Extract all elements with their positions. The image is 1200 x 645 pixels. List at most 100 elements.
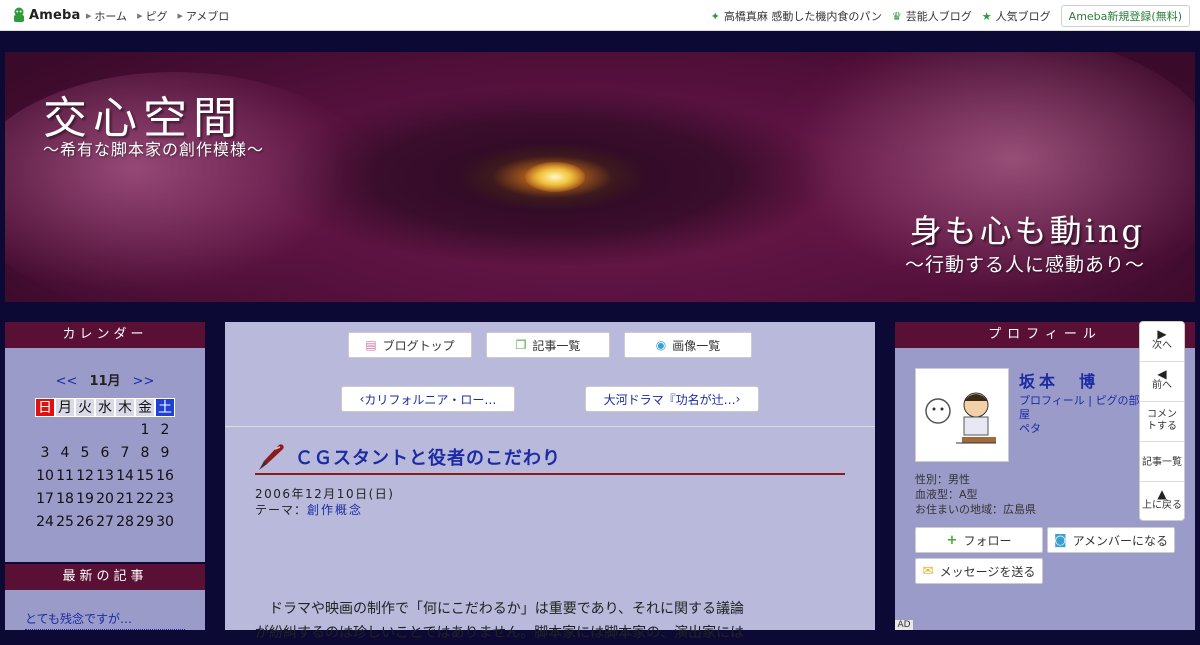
tab-blog-top[interactable]: ▤ ブログトップ	[348, 332, 472, 358]
peta-link[interactable]: ペタ	[1019, 422, 1041, 435]
float-comment-button[interactable]: コメントする	[1140, 409, 1184, 433]
calendar-weekday: 日	[35, 398, 55, 417]
top-nav: ▶ ホーム ▶ ピグ ▶ アメブロ	[86, 8, 229, 24]
amember-icon: ◙	[1053, 532, 1067, 548]
prev-article-link[interactable]: ‹ カリフォルニア・ロー…	[341, 386, 515, 412]
next-article-link[interactable]: 大河ドラマ『功名が辻… ›	[585, 386, 759, 412]
celebrity-blog-link[interactable]: ♛ 芸能人ブログ	[892, 8, 972, 24]
tab-image-list[interactable]: ◉ 画像一覧	[624, 332, 752, 358]
divider	[1140, 361, 1184, 362]
top-news-link[interactable]: ✦ 高橋真麻 感動した機内食のパン	[711, 8, 882, 24]
blog-slogan-sub: 〜行動する人に感動あり〜	[904, 254, 1145, 276]
top-nav-home[interactable]: ▶ ホーム	[86, 8, 127, 24]
calendar-day: 11	[56, 468, 74, 484]
calendar-day: 8	[140, 445, 150, 461]
tab-article-list[interactable]: ❐ 記事一覧	[486, 332, 610, 358]
chevron-right-icon: ▶	[137, 12, 143, 20]
document-icon: ▤	[365, 338, 377, 352]
popular-blog-link[interactable]: ★ 人気ブログ	[982, 8, 1051, 24]
profile-links: プロフィール | ピグの部屋 ペタ	[1019, 394, 1140, 435]
blog-subtitle: 〜希有な脚本家の創作模様〜	[43, 140, 265, 159]
calendar-heading: カレンダー	[5, 322, 205, 348]
profile-gender: 性別：男性	[915, 473, 970, 486]
calendar-day: 22	[136, 491, 154, 507]
recent-article-link[interactable]: とても残念ですが…	[25, 610, 185, 630]
profile-link[interactable]: プロフィール	[1019, 394, 1085, 407]
calendar-day: 23	[156, 491, 174, 507]
avatar[interactable]	[915, 368, 1009, 462]
blog-tab-bar: ▤ ブログトップ ❐ 記事一覧 ◉ 画像一覧 ‹ カリフォルニア・ロー… 大河ドラ…	[225, 322, 875, 427]
calendar-day: 1	[140, 422, 150, 438]
play-right-icon: ▶	[1157, 327, 1167, 341]
register-button[interactable]: Ameba新規登録(無料)	[1060, 5, 1190, 27]
calendar-blank	[115, 421, 135, 440]
crown-icon: ♛	[891, 9, 902, 23]
profile-area: お住まいの地域：広島県	[915, 503, 1036, 516]
float-article-list-button[interactable]: 記事一覧	[1140, 457, 1184, 469]
quill-pen-icon	[259, 444, 284, 470]
profile-info: 性別：男性 血液型：A型 お住まいの地域：広島県	[915, 472, 1036, 517]
follow-button[interactable]: + フォロー	[915, 527, 1043, 553]
calendar-day: 17	[36, 491, 54, 507]
article: ＣＧスタントと役者のこだわり 2006年12月10日(日) テーマ：創作概念 ド…	[225, 427, 875, 641]
chevron-right-icon: ▶	[86, 12, 92, 20]
calendar-weekday: 火	[75, 398, 95, 417]
calendar-blank	[95, 421, 115, 440]
camera-icon: ◉	[655, 338, 667, 352]
article-title[interactable]: ＣＧスタントと役者のこだわり	[295, 444, 561, 470]
calendar-box: カレンダー << 11月 >> 日月火水木金土 1 2 3 4 5 6 7 8 9 10 11 12 13 14…	[5, 322, 205, 562]
top-nav-pig[interactable]: ▶ ピグ	[137, 8, 167, 24]
recent-articles-heading: 最新の記事	[5, 564, 205, 590]
calendar-day: 16	[156, 468, 174, 484]
ameba-top-bar: Ameba ▶ ホーム ▶ ピグ ▶ アメブロ ✦ 高橋真麻 感動した機内食のパン ♛ 芸…	[0, 0, 1200, 31]
blog-header-banner[interactable]: 交心空間 〜希有な脚本家の創作模様〜 身も心も動ing 〜行動する人に感動あり〜	[5, 52, 1195, 302]
sparkle-icon: ✦	[710, 9, 720, 23]
calendar-day: 15	[136, 468, 154, 484]
calendar-day: 30	[156, 514, 174, 530]
send-message-button[interactable]: ✉ メッセージを送る	[915, 558, 1043, 584]
profile-name[interactable]: 坂本 博	[1019, 368, 1099, 392]
calendar-weekday: 水	[95, 398, 115, 417]
envelope-icon: ✉	[922, 563, 934, 579]
calendar-day: 26	[76, 514, 94, 530]
calendar-blank	[35, 421, 55, 440]
plus-icon: +	[946, 532, 958, 548]
calendar-day: 19	[76, 491, 94, 507]
top-nav-ameblo[interactable]: ▶ アメブロ	[177, 8, 229, 24]
calendar-prev-link[interactable]: <<	[56, 374, 78, 389]
article-theme-link[interactable]: 創作概念	[307, 503, 363, 517]
copy-icon: ❐	[515, 338, 527, 352]
calendar-blank	[55, 421, 75, 440]
header-light-flare	[525, 162, 585, 192]
chevron-right-icon: ▶	[177, 12, 183, 20]
main-column: ▤ ブログトップ ❐ 記事一覧 ◉ 画像一覧 ‹ カリフォルニア・ロー… 大河ドラ…	[225, 322, 875, 641]
amember-button[interactable]: ◙ アメンバーになる	[1047, 527, 1175, 553]
calendar-weekday: 月	[55, 398, 75, 417]
calendar-next-link[interactable]: >>	[133, 374, 155, 389]
calendar-day: 9	[160, 445, 170, 461]
article-title-row: ＣＧスタントと役者のこだわり	[255, 441, 845, 475]
calendar-blank	[75, 421, 95, 440]
calendar-day: 7	[120, 445, 130, 461]
triangle-up-icon: ▲	[1157, 487, 1167, 501]
calendar-day: 20	[96, 491, 114, 507]
calendar-day: 10	[36, 468, 54, 484]
calendar-day: 28	[116, 514, 134, 530]
float-top-button[interactable]: ▲ 上に戻る	[1140, 488, 1184, 512]
divider	[1140, 481, 1184, 482]
calendar-day: 27	[96, 514, 114, 530]
article-theme: テーマ：創作概念	[255, 503, 364, 517]
calendar-day: 5	[80, 445, 90, 461]
avatar-illustration	[925, 392, 996, 444]
calendar-day: 6	[100, 445, 110, 461]
calendar-day: 2	[160, 422, 170, 438]
calendar-weekday: 木	[115, 398, 135, 417]
calendar-month: 11月	[89, 374, 121, 389]
float-prev-button[interactable]: ◀ 前へ	[1140, 368, 1184, 392]
article-date: 2006年12月10日(日)	[255, 487, 395, 501]
ameba-logo[interactable]: Ameba	[12, 6, 81, 24]
float-next-button[interactable]: ▶ 次へ	[1140, 328, 1184, 352]
article-paragraph: ドラマや映画の制作で「何にこだわるか」は重要であり、それに関する議論	[269, 601, 745, 617]
calendar-day: 24	[36, 514, 54, 530]
article-paragraph: が紛糾するのは珍しいことではありません。脚本家には脚本家の、演出家には	[255, 625, 745, 641]
